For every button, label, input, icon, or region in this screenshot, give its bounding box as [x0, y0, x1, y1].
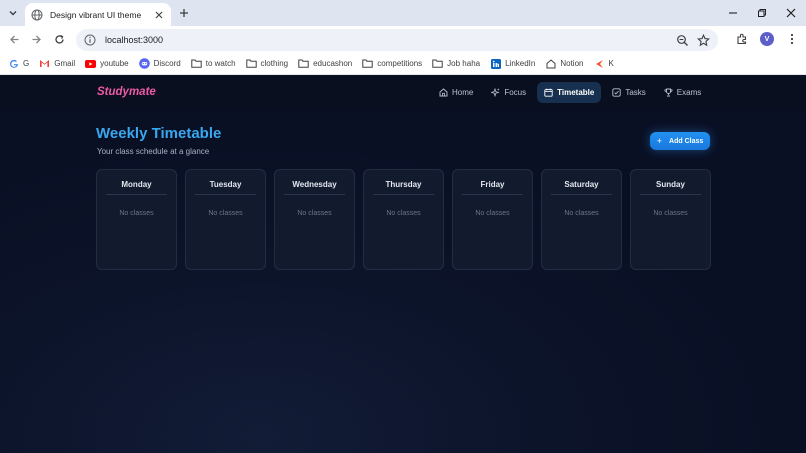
app-navbar: Studymate Home Focus Timetable Tasks Exa… — [0, 76, 806, 110]
trophy-icon — [664, 88, 673, 97]
divider — [373, 194, 434, 195]
minimize-icon[interactable] — [723, 4, 742, 22]
bookmark-youtube[interactable]: youtube — [85, 58, 129, 69]
folder-icon — [298, 58, 309, 69]
empty-state-text: No classes — [297, 210, 332, 217]
divider — [284, 194, 345, 195]
bookmark-folder-to-watch[interactable]: to watch — [191, 58, 236, 69]
profile-avatar[interactable]: V — [760, 32, 774, 46]
nav-links: Home Focus Timetable Tasks Exams — [432, 82, 712, 103]
reload-icon[interactable] — [50, 30, 68, 48]
empty-state-text: No classes — [475, 210, 510, 217]
tab-title: Design vibrant UI theme — [50, 9, 142, 20]
nav-timetable[interactable]: Timetable — [537, 82, 602, 103]
day-name: Wednesday — [292, 180, 337, 189]
sparkle-icon — [491, 88, 501, 97]
day-card-thursday: Thursday No classes — [363, 169, 444, 270]
bookmark-k[interactable]: K — [593, 58, 614, 69]
site-info-icon[interactable] — [84, 34, 96, 46]
close-window-icon[interactable] — [781, 4, 800, 22]
day-name: Thursday — [385, 180, 422, 189]
day-name: Saturday — [564, 180, 599, 189]
nav-tasks[interactable]: Tasks — [605, 82, 652, 103]
back-arrow-icon[interactable] — [5, 30, 23, 48]
app-page: Studymate Home Focus Timetable Tasks Exa… — [0, 76, 806, 453]
checkbox-icon — [612, 88, 621, 97]
bookmarks-bar: G Gmail youtube Discord to watch clothin… — [0, 53, 806, 75]
nav-exams[interactable]: Exams — [657, 82, 708, 103]
more-menu-icon[interactable] — [784, 31, 800, 47]
forward-arrow-icon[interactable] — [27, 30, 45, 48]
day-card-tuesday: Tuesday No classes — [185, 169, 266, 270]
bookmark-discord[interactable]: Discord — [138, 58, 181, 69]
day-name: Friday — [480, 180, 505, 189]
home-icon — [439, 88, 448, 97]
empty-state-text: No classes — [119, 210, 154, 217]
page-title: Weekly Timetable — [96, 125, 222, 142]
divider — [195, 194, 256, 195]
url-text: localhost:3000 — [105, 35, 164, 45]
bookmark-folder-clothing[interactable]: clothing — [245, 58, 288, 69]
day-name: Monday — [121, 180, 152, 189]
folder-icon — [362, 58, 373, 69]
notion-icon — [545, 58, 556, 69]
linkedin-icon — [490, 58, 501, 69]
day-card-saturday: Saturday No classes — [541, 169, 622, 270]
globe-icon — [31, 9, 43, 21]
bookmark-linkedin[interactable]: LinkedIn — [490, 58, 535, 69]
day-card-wednesday: Wednesday No classes — [274, 169, 355, 270]
bookmark-folder-educashon[interactable]: educashon — [298, 58, 352, 69]
day-name: Tuesday — [209, 180, 242, 189]
bookmark-star-icon[interactable] — [697, 33, 710, 47]
close-tab-icon[interactable] — [153, 9, 165, 21]
day-columns: Monday No classes Tuesday No classes Wed… — [96, 169, 711, 270]
tab-search-chevron-icon[interactable] — [5, 5, 21, 21]
folder-icon — [191, 58, 202, 69]
bookmark-folder-job-haha[interactable]: Job haha — [432, 58, 480, 69]
empty-state-text: No classes — [564, 210, 599, 217]
discord-icon — [138, 58, 150, 69]
bookmark-gmail[interactable]: Gmail — [39, 58, 75, 69]
page-subtitle: Your class schedule at a glance — [97, 147, 210, 156]
extensions-icon[interactable] — [734, 31, 750, 47]
divider — [551, 194, 612, 195]
bookmark-notion[interactable]: Notion — [545, 58, 583, 69]
divider — [462, 194, 523, 195]
browser-tab-active[interactable]: Design vibrant UI theme — [25, 3, 171, 26]
bookmark-folder-competitions[interactable]: competitions — [362, 58, 422, 69]
calendar-icon — [544, 88, 553, 97]
google-icon — [8, 58, 19, 69]
empty-state-text: No classes — [653, 210, 688, 217]
nav-focus[interactable]: Focus — [484, 82, 533, 103]
folder-icon — [245, 58, 257, 69]
folder-icon — [432, 58, 443, 69]
browser-toolbar: localhost:3000 V — [0, 26, 806, 53]
window-controls — [723, 4, 800, 22]
zoom-icon[interactable] — [676, 34, 689, 47]
day-card-sunday: Sunday No classes — [630, 169, 711, 270]
plus-icon: + — [656, 136, 663, 146]
restore-icon[interactable] — [752, 4, 771, 22]
youtube-icon — [85, 58, 97, 69]
address-bar[interactable]: localhost:3000 — [76, 29, 718, 51]
divider — [106, 194, 167, 195]
k-icon — [593, 58, 604, 69]
gmail-icon — [39, 58, 50, 69]
bookmark-google[interactable]: G — [8, 58, 29, 69]
new-tab-icon[interactable] — [177, 6, 191, 20]
nav-home[interactable]: Home — [432, 82, 480, 103]
empty-state-text: No classes — [208, 210, 243, 217]
add-class-button[interactable]: + Add Class — [650, 132, 710, 150]
day-card-monday: Monday No classes — [96, 169, 177, 270]
day-name: Sunday — [656, 180, 685, 189]
browser-tabstrip: Design vibrant UI theme — [0, 0, 806, 26]
divider — [640, 194, 701, 195]
brand-logo[interactable]: Studymate — [97, 86, 156, 98]
empty-state-text: No classes — [386, 210, 421, 217]
day-card-friday: Friday No classes — [452, 169, 533, 270]
